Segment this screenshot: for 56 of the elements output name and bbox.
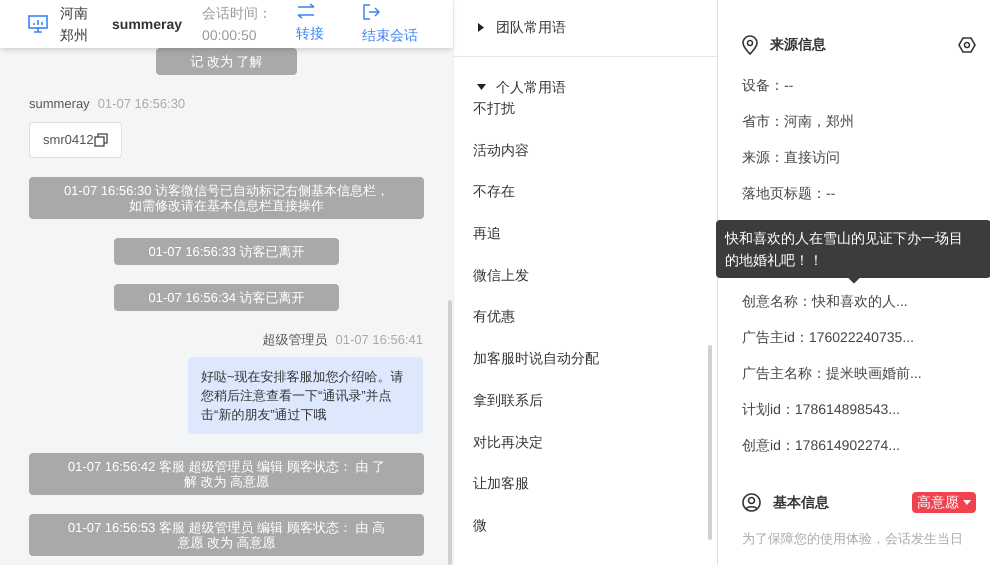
caret-down-icon xyxy=(477,83,486,92)
phrase-item[interactable]: 微 xyxy=(473,514,487,536)
visitor-name: summeray xyxy=(112,14,182,34)
info-row-text: 计划id：178614898543... xyxy=(742,400,901,419)
location-text: 郑州 xyxy=(60,26,88,45)
section-title: 基本信息 xyxy=(773,493,829,512)
location-pin-icon xyxy=(742,34,758,54)
section-title: 来源信息 xyxy=(770,35,826,54)
info-row-text: 来源：直接访问 xyxy=(742,148,841,167)
session-label: 会话时间： xyxy=(202,4,272,23)
info-row-text: 设备：-- xyxy=(742,76,794,95)
phrase-item[interactable]: 微信上发 xyxy=(473,264,529,286)
phrase-item[interactable]: 再追 xyxy=(473,223,501,244)
sender-name: 超级管理员 xyxy=(262,330,328,348)
message-time: 01-07 16:56:30 xyxy=(98,95,186,113)
message-time: 01-07 16:56:41 xyxy=(336,330,423,348)
info-row-text: 广告主名称：提米映画婚前... xyxy=(742,364,923,383)
location-text: 河南 xyxy=(60,4,88,23)
wechat-id: smr0412 xyxy=(43,130,94,149)
system-message: 01-07 16:56:30 访客微信号已自动标记右侧基本信息栏，如需修改请在基本信息栏直接操作 xyxy=(29,176,424,218)
phrase-item[interactable]: 拿到联系后 xyxy=(473,390,543,411)
copy-icon[interactable] xyxy=(94,132,108,146)
info-row-text: 广告主id：176022240735... xyxy=(742,328,915,347)
sender-name: summeray xyxy=(29,95,90,113)
info-row-text: 省市：河南，郑州 xyxy=(742,112,855,131)
caret-down-icon xyxy=(963,500,971,505)
status-dropdown[interactable]: 高意愿 xyxy=(912,492,976,513)
transfer-button[interactable]: 转接 xyxy=(296,2,324,46)
system-message: 01-07 16:56:33 访客已离开 xyxy=(114,238,339,264)
chat-bubble: 好哒~现在安排客服加您介绍哈。请您稍后注意查看一下“通讯录”并点击“新的朋友”通过下哦 xyxy=(188,357,423,434)
phrase-item[interactable]: 不存在 xyxy=(473,181,515,202)
phrase-item[interactable]: 活动内容 xyxy=(473,140,529,161)
swap-arrows-icon xyxy=(296,2,316,18)
session-time: 00:00:50 xyxy=(202,26,258,45)
phrase-group-toggle[interactable]: 个人常用语 xyxy=(454,77,566,98)
info-row-text: 创意名称：快和喜欢的人... xyxy=(742,292,909,311)
info-note: 为了保障您的使用体验，会话发生当日 xyxy=(742,530,964,548)
phrase-item[interactable]: 有优惠 xyxy=(473,306,515,328)
system-message: 01-07 16:56:34 访客已离开 xyxy=(114,284,339,310)
phrase-item[interactable]: 加客服时说自动分配 xyxy=(473,348,599,370)
info-row-text: 落地页标题：-- xyxy=(742,184,836,203)
phrase-item[interactable]: 让加客服 xyxy=(473,473,529,494)
exit-icon xyxy=(362,2,380,20)
end-session-button[interactable]: 结束会话 xyxy=(362,2,418,46)
phrase-item[interactable]: 不打扰 xyxy=(473,98,515,119)
caret-right-icon xyxy=(477,23,486,32)
system-message: 01-07 16:56:53 客服 超级管理员 编辑 顾客状态： 由 高意愿 改为 高意愿 xyxy=(29,514,424,556)
phrase-item[interactable]: 对比再决定 xyxy=(473,432,543,452)
system-message: 01-07 16:56:42 客服 超级管理员 编辑 顾客状态： 由 了解 改为 高意愿 xyxy=(29,453,424,495)
info-row-text: 创意id：178614902274... xyxy=(742,436,901,455)
tooltip: 快和喜欢的人在雪山的见证下办一场目的地婚礼吧！！ xyxy=(716,220,990,278)
phrase-group-toggle[interactable]: 团队常用语 xyxy=(454,17,566,38)
user-circle-icon xyxy=(742,493,761,512)
system-message: 记 改为 了解 xyxy=(156,48,297,75)
settings-icon[interactable] xyxy=(958,36,976,54)
monitor-icon xyxy=(28,15,48,33)
